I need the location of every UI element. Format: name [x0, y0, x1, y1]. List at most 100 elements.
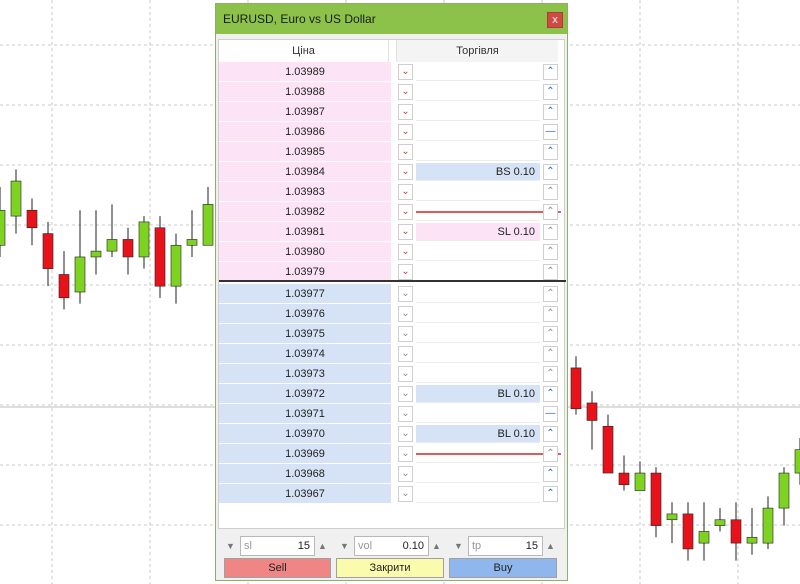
buy-at-price-chevron-up-icon[interactable]: ⌃: [543, 386, 558, 402]
candle-body: [122, 239, 134, 258]
ladder-row: 1.03982 ⌄ ⌃: [219, 202, 566, 222]
buy-at-price-chevron-up-icon[interactable]: ⌃: [543, 144, 558, 160]
price-cell: 1.03985: [219, 142, 391, 162]
sell-at-price-chevron-down-icon[interactable]: ⌄: [398, 224, 413, 240]
sell-at-price-chevron-down-icon[interactable]: ⌄: [398, 184, 413, 200]
buy-at-price-chevron-up-icon[interactable]: ⌃: [543, 164, 558, 180]
buy-at-price-chevron-up-icon[interactable]: ⌃: [543, 466, 558, 482]
sell-at-price-chevron-down-icon[interactable]: ⌄: [398, 446, 413, 462]
buy-at-price-chevron-up-icon[interactable]: ⌃: [543, 204, 558, 220]
order-cell[interactable]: BS 0.10: [416, 163, 540, 181]
close-position-button[interactable]: Закрити: [336, 558, 444, 578]
buy-at-price-chevron-up-icon[interactable]: ⌃: [543, 426, 558, 442]
sell-at-price-chevron-down-icon[interactable]: ⌄: [398, 164, 413, 180]
buy-at-price-chevron-up-icon[interactable]: ⌃: [543, 326, 558, 342]
sell-at-price-chevron-down-icon[interactable]: ⌄: [398, 346, 413, 362]
sell-at-price-chevron-down-icon[interactable]: ⌄: [398, 286, 413, 302]
tp-input[interactable]: tp 15: [468, 536, 543, 556]
order-cell[interactable]: [416, 285, 540, 303]
order-cell[interactable]: [416, 63, 540, 81]
trade-column-header: Торгівля: [396, 40, 558, 62]
order-cell[interactable]: [416, 83, 540, 101]
order-cell[interactable]: [416, 465, 540, 483]
vol-decrease-icon[interactable]: ▼: [338, 538, 351, 554]
candle-body: [154, 227, 166, 287]
sl-decrease-icon[interactable]: ▼: [224, 538, 237, 554]
order-cell[interactable]: [416, 345, 540, 363]
sell-button[interactable]: Sell: [224, 558, 331, 578]
one-click-trading-panel: EURUSD, Euro vs US Dollar x Ціна Торгівл…: [215, 3, 568, 581]
sell-at-price-chevron-down-icon[interactable]: ⌄: [398, 366, 413, 382]
sell-at-price-chevron-down-icon[interactable]: ⌄: [398, 104, 413, 120]
price-cell: 1.03975: [219, 324, 391, 344]
sell-at-price-chevron-down-icon[interactable]: ⌄: [398, 326, 413, 342]
sell-at-price-chevron-down-icon[interactable]: ⌄: [398, 244, 413, 260]
tp-placeholder: tp: [472, 540, 482, 552]
order-cell[interactable]: [416, 305, 540, 323]
sell-at-price-chevron-down-icon[interactable]: ⌄: [398, 486, 413, 502]
window-title[interactable]: EURUSD, Euro vs US Dollar: [216, 4, 567, 34]
order-cell[interactable]: [416, 405, 540, 423]
sl-increase-icon[interactable]: ▲: [316, 538, 329, 554]
sell-at-price-chevron-down-icon[interactable]: ⌄: [398, 264, 413, 280]
sell-at-price-chevron-down-icon[interactable]: ⌄: [398, 64, 413, 80]
order-cell[interactable]: [416, 103, 540, 121]
buy-at-price-chevron-up-icon[interactable]: ⌃: [543, 446, 558, 462]
spread-divider: [219, 280, 566, 282]
order-cell[interactable]: [416, 485, 540, 503]
order-cell[interactable]: [416, 243, 540, 261]
price-cell: 1.03972: [219, 384, 391, 404]
order-cell[interactable]: [416, 365, 540, 383]
level-marker-icon[interactable]: —: [543, 406, 558, 422]
sell-at-price-chevron-down-icon[interactable]: ⌄: [398, 386, 413, 402]
sell-at-price-chevron-down-icon[interactable]: ⌄: [398, 426, 413, 442]
vol-increase-icon[interactable]: ▲: [430, 538, 443, 554]
tp-decrease-icon[interactable]: ▼: [452, 538, 465, 554]
buy-at-price-chevron-up-icon[interactable]: ⌃: [543, 306, 558, 322]
buy-at-price-chevron-up-icon[interactable]: ⌃: [543, 104, 558, 120]
sell-at-price-chevron-down-icon[interactable]: ⌄: [398, 406, 413, 422]
ladder-rows: 1.03989 ⌄ ⌃ 1.03988 ⌄ ⌃ 1.03987 ⌄ ⌃ 1.03986 ⌄ —1.03…: [219, 62, 566, 504]
buy-at-price-chevron-up-icon[interactable]: ⌃: [543, 264, 558, 280]
order-cell[interactable]: [416, 123, 540, 141]
candle-body: [42, 233, 54, 269]
vol-value: 0.10: [402, 540, 424, 552]
order-cell[interactable]: [416, 263, 540, 281]
buy-button[interactable]: Buy: [449, 558, 557, 578]
buy-at-price-chevron-up-icon[interactable]: ⌃: [543, 224, 558, 240]
sell-at-price-chevron-down-icon[interactable]: ⌄: [398, 84, 413, 100]
vol-input[interactable]: vol 0.10: [354, 536, 429, 556]
ladder-row: 1.03980 ⌄ ⌃: [219, 242, 566, 262]
sell-at-price-chevron-down-icon[interactable]: ⌄: [398, 306, 413, 322]
sell-at-price-chevron-down-icon[interactable]: ⌄: [398, 124, 413, 140]
buy-at-price-chevron-up-icon[interactable]: ⌃: [543, 184, 558, 200]
buy-at-price-chevron-up-icon[interactable]: ⌃: [543, 346, 558, 362]
order-cell[interactable]: [416, 183, 540, 201]
sell-at-price-chevron-down-icon[interactable]: ⌄: [398, 204, 413, 220]
order-cell[interactable]: [416, 325, 540, 343]
candle-body: [698, 531, 710, 544]
price-cell: 1.03971: [219, 404, 391, 424]
buy-at-price-chevron-up-icon[interactable]: ⌃: [543, 286, 558, 302]
ladder-row: 1.03975 ⌄ ⌃: [219, 324, 566, 344]
level-marker-icon[interactable]: —: [543, 124, 558, 140]
buy-at-price-chevron-up-icon[interactable]: ⌃: [543, 84, 558, 100]
order-cell[interactable]: BL 0.10: [416, 425, 540, 443]
depth-of-market-ladder: Ціна Торгівля 1.03989 ⌄ ⌃ 1.03988 ⌄ ⌃ 1.03987 ⌄…: [218, 39, 566, 529]
buy-at-price-chevron-up-icon[interactable]: ⌃: [543, 366, 558, 382]
close-window-button[interactable]: x: [547, 12, 563, 28]
sell-at-price-chevron-down-icon[interactable]: ⌄: [398, 144, 413, 160]
candle-body: [634, 472, 646, 491]
price-cell: 1.03967: [219, 484, 391, 504]
window-title-text: EURUSD, Euro vs US Dollar: [223, 12, 376, 26]
sell-at-price-chevron-down-icon[interactable]: ⌄: [398, 466, 413, 482]
order-cell[interactable]: SL 0.10: [416, 223, 540, 241]
buy-at-price-chevron-up-icon[interactable]: ⌃: [543, 486, 558, 502]
sl-input[interactable]: sl 15: [240, 536, 315, 556]
ladder-row: 1.03984 ⌄ BS 0.10 ⌃: [219, 162, 566, 182]
order-cell[interactable]: [416, 143, 540, 161]
buy-at-price-chevron-up-icon[interactable]: ⌃: [543, 64, 558, 80]
tp-increase-icon[interactable]: ▲: [544, 538, 557, 554]
order-cell[interactable]: BL 0.10: [416, 385, 540, 403]
buy-at-price-chevron-up-icon[interactable]: ⌃: [543, 244, 558, 260]
